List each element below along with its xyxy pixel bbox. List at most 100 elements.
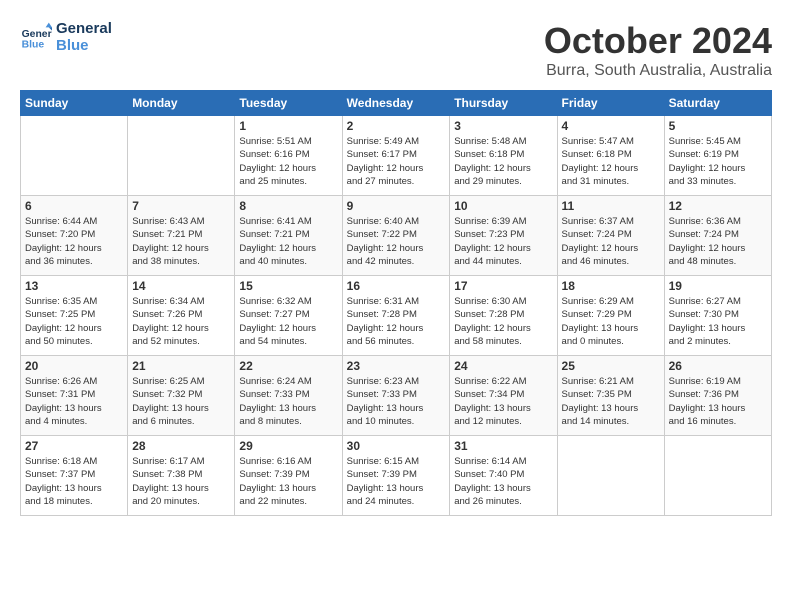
- calendar-day-cell: 29 Sunrise: 6:16 AM Sunset: 7:39 PM Dayli…: [235, 436, 342, 516]
- day-number: 3: [454, 119, 552, 133]
- day-info: Sunrise: 6:19 AM Sunset: 7:36 PM Dayligh…: [669, 375, 767, 428]
- day-number: 27: [25, 439, 123, 453]
- day-info: Sunrise: 6:29 AM Sunset: 7:29 PM Dayligh…: [562, 295, 660, 348]
- day-info: Sunrise: 6:15 AM Sunset: 7:39 PM Dayligh…: [347, 455, 446, 508]
- day-info: Sunrise: 6:25 AM Sunset: 7:32 PM Dayligh…: [132, 375, 230, 428]
- calendar-day-cell: 16Sunrise: 6:31 AM Sunset: 7:28 PM Dayli…: [342, 276, 450, 356]
- day-number: 31: [454, 439, 552, 453]
- day-number: 28: [132, 439, 230, 453]
- day-number: 13: [25, 279, 123, 293]
- calendar-day-cell: [128, 116, 235, 196]
- day-info: Sunrise: 6:17 AM Sunset: 7:38 PM Dayligh…: [132, 455, 230, 508]
- calendar-week-row: 6 Sunrise: 6:44 AM Sunset: 7:20 PM Daylig…: [21, 196, 772, 276]
- day-info: Sunrise: 6:18 AM Sunset: 7:37 PM Dayligh…: [25, 455, 123, 508]
- day-number: 19: [669, 279, 767, 293]
- calendar-header-cell: Wednesday: [342, 91, 450, 116]
- calendar-body: 1 Sunrise: 5:51 AM Sunset: 6:16 PM Daylig…: [21, 116, 772, 516]
- day-number: 22: [239, 359, 337, 373]
- location: Burra, South Australia, Australia: [544, 62, 772, 80]
- calendar-day-cell: [21, 116, 128, 196]
- day-number: 10: [454, 199, 552, 213]
- day-number: 29: [239, 439, 337, 453]
- day-number: 5: [669, 119, 767, 133]
- calendar-week-row: 27 Sunrise: 6:18 AM Sunset: 7:37 PM Dayli…: [21, 436, 772, 516]
- day-info: Sunrise: 6:14 AM Sunset: 7:40 PM Dayligh…: [454, 455, 552, 508]
- calendar-day-cell: 11Sunrise: 6:37 AM Sunset: 7:24 PM Dayli…: [557, 196, 664, 276]
- day-info: Sunrise: 6:34 AM Sunset: 7:26 PM Dayligh…: [132, 295, 230, 348]
- calendar-day-cell: 30 Sunrise: 6:15 AM Sunset: 7:39 PM Dayli…: [342, 436, 450, 516]
- calendar-header-cell: Monday: [128, 91, 235, 116]
- day-number: 2: [347, 119, 446, 133]
- calendar-day-cell: 12 Sunrise: 6:36 AM Sunset: 7:24 PM Dayli…: [664, 196, 771, 276]
- calendar-day-cell: 23 Sunrise: 6:23 AM Sunset: 7:33 PM Dayli…: [342, 356, 450, 436]
- calendar-day-cell: 4 Sunrise: 5:47 AM Sunset: 6:18 PM Daylig…: [557, 116, 664, 196]
- logo-icon: General Blue: [20, 21, 52, 53]
- calendar-day-cell: 19Sunrise: 6:27 AM Sunset: 7:30 PM Dayli…: [664, 276, 771, 356]
- calendar-header-cell: Friday: [557, 91, 664, 116]
- day-info: Sunrise: 6:32 AM Sunset: 7:27 PM Dayligh…: [239, 295, 337, 348]
- calendar-header-cell: Tuesday: [235, 91, 342, 116]
- day-number: 17: [454, 279, 552, 293]
- calendar-day-cell: 1 Sunrise: 5:51 AM Sunset: 6:16 PM Daylig…: [235, 116, 342, 196]
- calendar-day-cell: 5Sunrise: 5:45 AM Sunset: 6:19 PM Daylig…: [664, 116, 771, 196]
- calendar-day-cell: [664, 436, 771, 516]
- day-number: 24: [454, 359, 552, 373]
- day-number: 15: [239, 279, 337, 293]
- calendar-day-cell: 26 Sunrise: 6:19 AM Sunset: 7:36 PM Dayli…: [664, 356, 771, 436]
- calendar-day-cell: 27 Sunrise: 6:18 AM Sunset: 7:37 PM Dayli…: [21, 436, 128, 516]
- logo-blue: Blue: [56, 37, 112, 54]
- day-number: 23: [347, 359, 446, 373]
- day-info: Sunrise: 5:48 AM Sunset: 6:18 PM Dayligh…: [454, 135, 552, 188]
- day-number: 1: [239, 119, 337, 133]
- calendar-day-cell: 22 Sunrise: 6:24 AM Sunset: 7:33 PM Dayli…: [235, 356, 342, 436]
- day-info: Sunrise: 6:39 AM Sunset: 7:23 PM Dayligh…: [454, 215, 552, 268]
- day-info: Sunrise: 5:51 AM Sunset: 6:16 PM Dayligh…: [239, 135, 337, 188]
- calendar-day-cell: 2Sunrise: 5:49 AM Sunset: 6:17 PM Daylig…: [342, 116, 450, 196]
- calendar-table: SundayMondayTuesdayWednesdayThursdayFrid…: [20, 90, 772, 516]
- day-number: 4: [562, 119, 660, 133]
- calendar-day-cell: 17Sunrise: 6:30 AM Sunset: 7:28 PM Dayli…: [450, 276, 557, 356]
- day-info: Sunrise: 6:21 AM Sunset: 7:35 PM Dayligh…: [562, 375, 660, 428]
- day-info: Sunrise: 6:35 AM Sunset: 7:25 PM Dayligh…: [25, 295, 123, 348]
- calendar-day-cell: 6 Sunrise: 6:44 AM Sunset: 7:20 PM Daylig…: [21, 196, 128, 276]
- svg-text:General: General: [22, 29, 52, 40]
- day-number: 9: [347, 199, 446, 213]
- calendar-day-cell: 20Sunrise: 6:26 AM Sunset: 7:31 PM Dayli…: [21, 356, 128, 436]
- day-number: 30: [347, 439, 446, 453]
- calendar-day-cell: 25Sunrise: 6:21 AM Sunset: 7:35 PM Dayli…: [557, 356, 664, 436]
- day-info: Sunrise: 6:31 AM Sunset: 7:28 PM Dayligh…: [347, 295, 446, 348]
- calendar-day-cell: 14 Sunrise: 6:34 AM Sunset: 7:26 PM Dayli…: [128, 276, 235, 356]
- calendar-day-cell: 24Sunrise: 6:22 AM Sunset: 7:34 PM Dayli…: [450, 356, 557, 436]
- day-number: 14: [132, 279, 230, 293]
- calendar-header-cell: Thursday: [450, 91, 557, 116]
- calendar-header-row: SundayMondayTuesdayWednesdayThursdayFrid…: [21, 91, 772, 116]
- day-number: 8: [239, 199, 337, 213]
- calendar-day-cell: 8Sunrise: 6:41 AM Sunset: 7:21 PM Daylig…: [235, 196, 342, 276]
- day-info: Sunrise: 6:16 AM Sunset: 7:39 PM Dayligh…: [239, 455, 337, 508]
- day-info: Sunrise: 6:44 AM Sunset: 7:20 PM Dayligh…: [25, 215, 123, 268]
- day-info: Sunrise: 6:43 AM Sunset: 7:21 PM Dayligh…: [132, 215, 230, 268]
- svg-text:Blue: Blue: [22, 39, 45, 50]
- day-info: Sunrise: 6:23 AM Sunset: 7:33 PM Dayligh…: [347, 375, 446, 428]
- calendar-week-row: 20Sunrise: 6:26 AM Sunset: 7:31 PM Dayli…: [21, 356, 772, 436]
- calendar-day-cell: 15 Sunrise: 6:32 AM Sunset: 7:27 PM Dayli…: [235, 276, 342, 356]
- calendar-day-cell: [557, 436, 664, 516]
- day-info: Sunrise: 5:47 AM Sunset: 6:18 PM Dayligh…: [562, 135, 660, 188]
- day-info: Sunrise: 6:26 AM Sunset: 7:31 PM Dayligh…: [25, 375, 123, 428]
- calendar-week-row: 13 Sunrise: 6:35 AM Sunset: 7:25 PM Dayli…: [21, 276, 772, 356]
- calendar-day-cell: 18Sunrise: 6:29 AM Sunset: 7:29 PM Dayli…: [557, 276, 664, 356]
- day-number: 26: [669, 359, 767, 373]
- calendar-day-cell: 9Sunrise: 6:40 AM Sunset: 7:22 PM Daylig…: [342, 196, 450, 276]
- day-number: 21: [132, 359, 230, 373]
- calendar-day-cell: 3 Sunrise: 5:48 AM Sunset: 6:18 PM Daylig…: [450, 116, 557, 196]
- calendar-day-cell: 7Sunrise: 6:43 AM Sunset: 7:21 PM Daylig…: [128, 196, 235, 276]
- day-info: Sunrise: 6:36 AM Sunset: 7:24 PM Dayligh…: [669, 215, 767, 268]
- day-info: Sunrise: 6:24 AM Sunset: 7:33 PM Dayligh…: [239, 375, 337, 428]
- calendar-day-cell: 13 Sunrise: 6:35 AM Sunset: 7:25 PM Dayli…: [21, 276, 128, 356]
- day-number: 12: [669, 199, 767, 213]
- calendar-day-cell: 21 Sunrise: 6:25 AM Sunset: 7:32 PM Dayli…: [128, 356, 235, 436]
- logo: General Blue General Blue: [20, 20, 112, 54]
- title-block: October 2024 Burra, South Australia, Aus…: [544, 20, 772, 80]
- day-number: 6: [25, 199, 123, 213]
- calendar-header-cell: Saturday: [664, 91, 771, 116]
